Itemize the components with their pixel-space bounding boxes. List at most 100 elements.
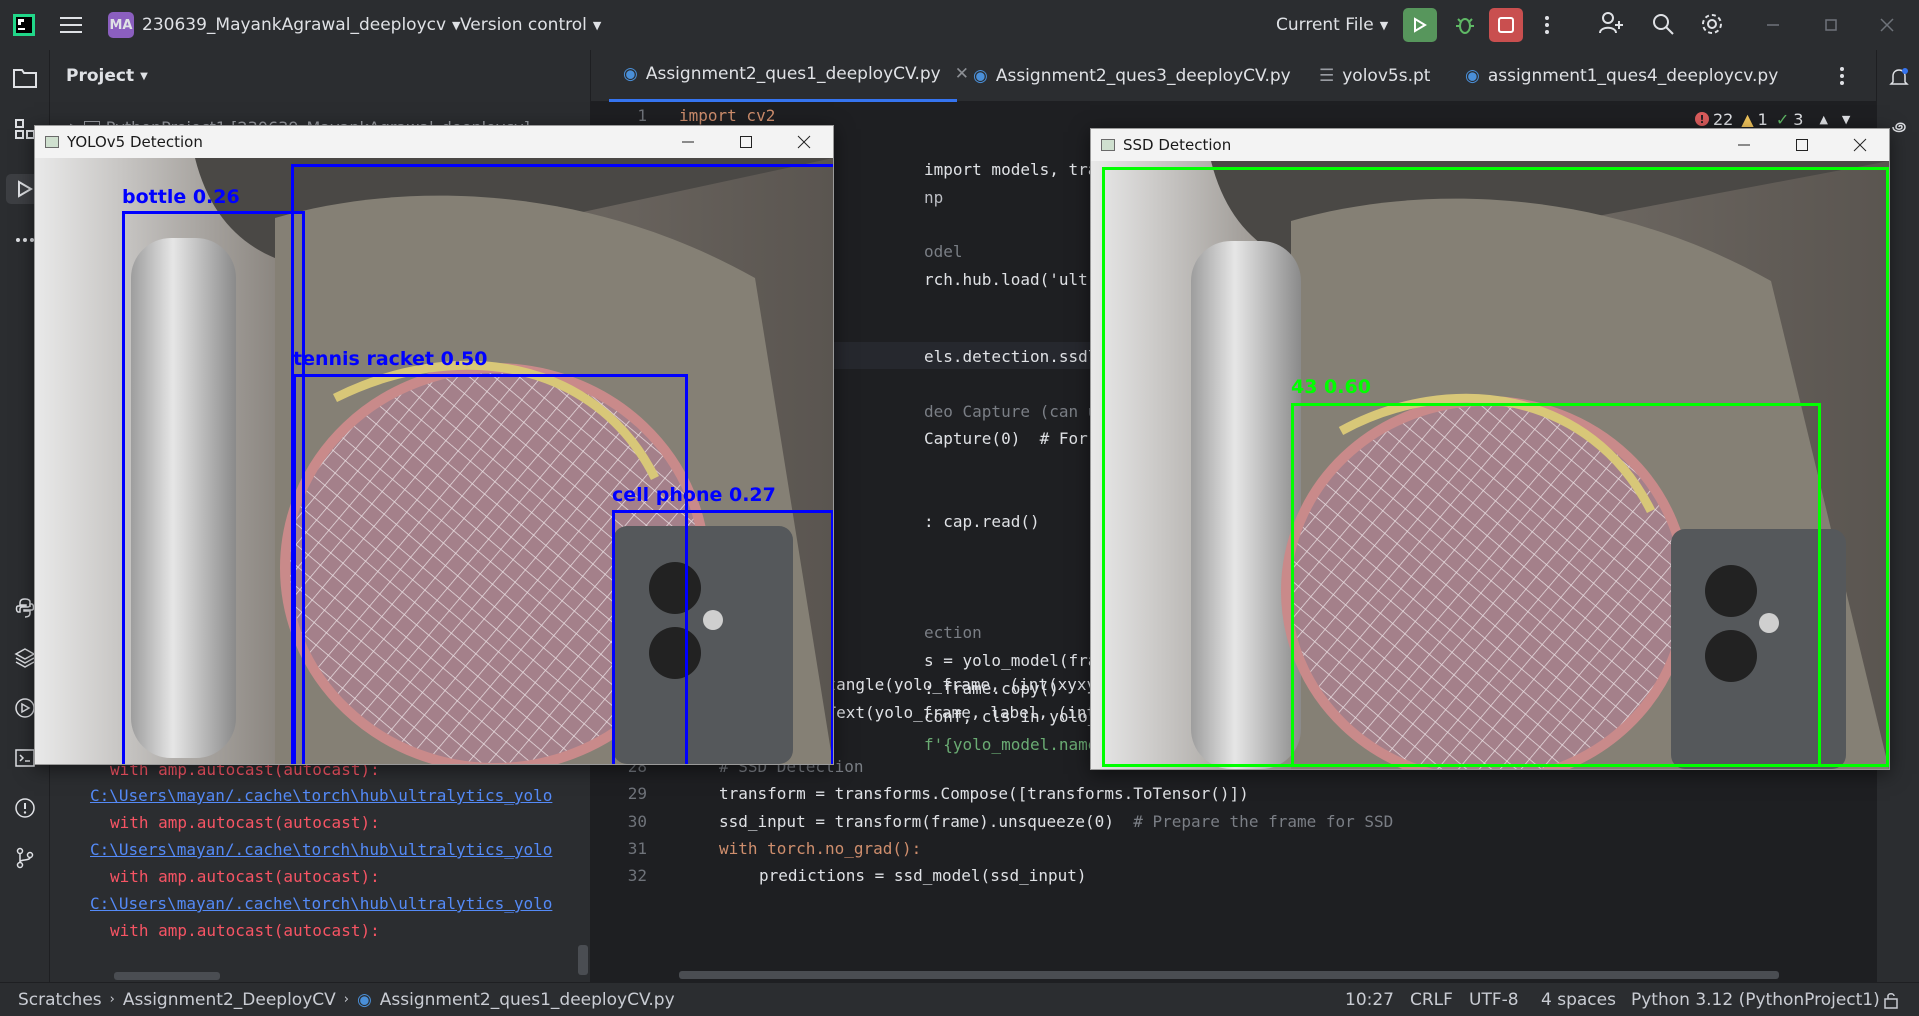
project-panel-title: Project	[66, 66, 135, 86]
python-file-icon: ◉	[356, 989, 372, 1010]
maximize-icon	[1796, 139, 1808, 151]
problems-tool-button[interactable]	[10, 793, 40, 823]
notifications-button[interactable]	[1884, 62, 1914, 92]
code-line: predictions = ssd_model(ssd_input)	[759, 866, 1087, 885]
console-line[interactable]: C:\Users\mayan/.cache\torch\hub\ultralyt…	[90, 840, 552, 859]
rerun-button[interactable]	[1403, 8, 1437, 42]
yolo-minimize-button[interactable]	[659, 126, 717, 158]
editor-horizontal-scrollbar[interactable]	[679, 971, 1779, 979]
restore-icon	[1825, 19, 1837, 31]
code-line: transform = transforms.Compose([transfor…	[719, 784, 1249, 803]
line-number: 1	[637, 106, 647, 125]
project-tool-button[interactable]	[10, 63, 40, 93]
restore-button[interactable]	[1820, 14, 1842, 36]
main-menu-icon[interactable]	[60, 0, 82, 50]
version-control-label: Version control	[460, 15, 587, 35]
tab-label: Assignment2_ques1_deeployCV.py	[645, 64, 941, 84]
structure-icon	[15, 119, 35, 139]
run-config-label: Current File	[1276, 15, 1374, 35]
line-ending[interactable]: CRLF	[1410, 990, 1453, 1010]
title-bar: MA 230639_MayankAgrawal_deeploycv ▼ Vers…	[0, 0, 1919, 50]
debug-button[interactable]	[1448, 8, 1482, 42]
version-control-menu[interactable]: Version control ▼	[460, 0, 601, 50]
more-horizontal-icon	[16, 238, 34, 242]
chevron-down-icon: ▼	[1379, 18, 1389, 32]
line-number: 29	[627, 784, 647, 803]
stop-button[interactable]	[1489, 8, 1523, 42]
console-line: with amp.autocast(autocast):	[110, 813, 380, 832]
minimize-button[interactable]	[1762, 14, 1784, 36]
lock-button[interactable]	[1882, 991, 1900, 1014]
settings-button[interactable]	[1700, 12, 1724, 41]
more-actions-button[interactable]	[1535, 8, 1559, 42]
add-user-icon	[1599, 12, 1623, 34]
console-line: with amp.autocast(autocast):	[110, 867, 380, 886]
ssd-window-titlebar[interactable]: SSD Detection	[1091, 129, 1889, 161]
ssd-camera-frame: 43 0.60	[1091, 161, 1889, 769]
code-line: with torch.no_grad():	[719, 839, 922, 858]
code-line: np	[924, 188, 944, 207]
folder-icon	[13, 69, 37, 88]
close-button[interactable]	[1876, 14, 1898, 36]
ssd-minimize-button[interactable]	[1715, 129, 1773, 161]
python-icon	[15, 598, 35, 618]
close-icon	[1880, 18, 1894, 32]
close-icon	[797, 135, 811, 149]
line-number: 32	[627, 866, 647, 885]
search-button[interactable]	[1651, 12, 1675, 41]
bounding-box-cell-phone	[612, 510, 833, 764]
spiral-icon	[1892, 122, 1906, 133]
project-selector[interactable]: MA 230639_MayankAgrawal_deeploycv ▼	[108, 0, 461, 50]
tab-assignment2-ques1[interactable]: ◉ Assignment2_ques1_deeployCV.py ✕	[609, 50, 969, 102]
breadcrumb-item[interactable]: Assignment2_DeeployCV	[123, 990, 336, 1010]
more-vertical-icon	[1545, 16, 1549, 34]
search-icon	[1653, 14, 1674, 35]
maximize-icon	[740, 136, 752, 148]
console-line[interactable]: C:\Users\mayan/.cache\torch\hub\ultralyt…	[90, 894, 552, 913]
bounding-box-bottle	[122, 211, 305, 764]
tab-label: assignment1_ques4_deeploycv.py	[1487, 65, 1779, 86]
tab-options-button[interactable]	[1839, 66, 1845, 91]
stop-icon	[1498, 17, 1514, 33]
detection-label-43: 43 0.60	[1291, 376, 1371, 398]
console-horizontal-scrollbar[interactable]	[114, 972, 220, 980]
tab-assignment2-ques3[interactable]: ◉ Assignment2_ques3_deeployCV.py	[959, 50, 1305, 102]
run-config-selector[interactable]: Current File ▼	[1276, 0, 1388, 50]
yolo-maximize-button[interactable]	[717, 126, 775, 158]
git-branch-icon	[16, 847, 34, 869]
breadcrumb: Scratches › Assignment2_DeeployCV › ◉ As…	[18, 990, 675, 1010]
console-line[interactable]: C:\Users\mayan/.cache\torch\hub\ultralyt…	[90, 786, 552, 805]
detection-label-bottle: bottle 0.26	[122, 186, 240, 208]
terminal-icon	[15, 749, 35, 767]
python-interpreter[interactable]: Python 3.12 (PythonProject1)	[1631, 990, 1880, 1010]
caret-position[interactable]: 10:27	[1345, 990, 1394, 1010]
console-line: with amp.autocast(autocast):	[110, 921, 380, 940]
ssd-window-title: SSD Detection	[1123, 136, 1232, 154]
yolo-window-titlebar[interactable]: YOLOv5 Detection	[35, 126, 833, 158]
tab-assignment1-ques4[interactable]: ◉ assignment1_ques4_deeploycv.py	[1451, 50, 1792, 102]
yolo-detection-window: YOLOv5 Detection bottle 0.26 tennis rack…	[34, 125, 834, 765]
bounding-box-43	[1291, 403, 1821, 767]
git-tool-button[interactable]	[10, 843, 40, 873]
breadcrumb-item[interactable]: Assignment2_ques1_deeployCV.py	[380, 990, 675, 1010]
detection-label-tennis-racket: tennis racket 0.50	[293, 348, 488, 370]
file-encoding[interactable]: UTF-8	[1469, 990, 1519, 1010]
chevron-down-icon: ▼	[592, 18, 602, 32]
pycharm-logo-icon[interactable]	[12, 0, 36, 50]
ssd-detection-window: SSD Detection 43 0.60	[1090, 128, 1890, 770]
rerun-icon	[1414, 17, 1427, 33]
console-scrollbar[interactable]	[578, 945, 588, 975]
code-line: ection	[924, 623, 982, 642]
detection-label-cell-phone: cell phone 0.27	[612, 484, 776, 506]
add-user-button[interactable]	[1598, 10, 1624, 41]
lock-icon	[1884, 993, 1898, 1009]
tab-yolov5s[interactable]: ☰ yolov5s.pt	[1305, 50, 1444, 102]
project-panel-header[interactable]: Project ▼	[66, 50, 148, 102]
ssd-close-button[interactable]	[1831, 129, 1889, 161]
python-file-icon: ◉	[1465, 65, 1480, 86]
breadcrumb-item[interactable]: Scratches	[18, 990, 102, 1010]
yolo-close-button[interactable]	[775, 126, 833, 158]
ssd-maximize-button[interactable]	[1773, 129, 1831, 161]
tab-label: Assignment2_ques3_deeployCV.py	[995, 65, 1291, 86]
indent-setting[interactable]: 4 spaces	[1541, 990, 1616, 1010]
